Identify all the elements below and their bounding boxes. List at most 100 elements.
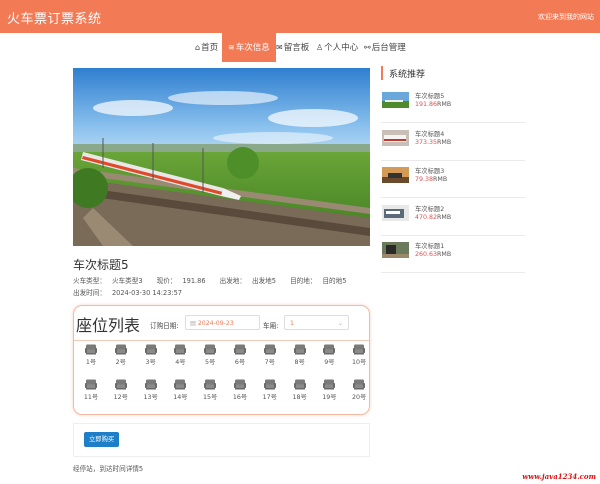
seat-number: 9号 bbox=[324, 359, 335, 366]
seat-item[interactable]: 17号 bbox=[258, 379, 282, 401]
nav-item-messages[interactable]: ✉留言板 bbox=[270, 33, 315, 62]
seat-item[interactable]: 7号 bbox=[258, 344, 282, 366]
seat-item[interactable]: 10号 bbox=[347, 344, 371, 366]
seat-number: 8号 bbox=[294, 359, 305, 366]
chevron-down-icon: ⌄ bbox=[337, 320, 343, 327]
recommend-item[interactable]: 车次标题5 191.86RMB bbox=[381, 85, 525, 123]
recommend-item[interactable]: 车次标题3 79.38RMB bbox=[381, 160, 525, 198]
seat-number: 13号 bbox=[143, 394, 158, 401]
seat-icon bbox=[139, 344, 163, 355]
seat-item[interactable]: 18号 bbox=[288, 379, 312, 401]
recommend-thumbnail bbox=[382, 129, 409, 146]
seat-icon bbox=[317, 344, 341, 355]
seat-item[interactable]: 14号 bbox=[168, 379, 192, 401]
seat-icon bbox=[109, 344, 133, 355]
seat-number: 6号 bbox=[234, 359, 246, 366]
seat-number: 20号 bbox=[352, 394, 367, 401]
seat-panel: 座位列表 订购日期: ▤ 2024-09-23 车厢: 1 ⌄ 1号 2号 3号 4号… bbox=[73, 305, 370, 415]
train-photo bbox=[73, 68, 370, 246]
car-select[interactable]: 1 ⌄ bbox=[284, 315, 349, 330]
seat-item[interactable]: 9号 bbox=[317, 344, 341, 366]
seat-item[interactable]: 1号 bbox=[79, 344, 103, 366]
recommend-thumbnail bbox=[382, 92, 409, 108]
order-date-input[interactable]: ▤ 2024-09-23 bbox=[185, 315, 260, 330]
recommend-item-title: 车次标题4 bbox=[415, 130, 445, 138]
user-icon: ♙ bbox=[316, 43, 324, 52]
seat-number: 15号 bbox=[203, 394, 218, 401]
seat-item[interactable]: 19号 bbox=[317, 379, 341, 401]
nav-item-admin[interactable]: ⚯后台管理 bbox=[358, 33, 412, 62]
nav-label: 留言板 bbox=[283, 43, 310, 53]
link-icon: ⚯ bbox=[364, 43, 371, 52]
seat-number: 5号 bbox=[205, 359, 216, 366]
recommend-thumbnail bbox=[382, 167, 409, 183]
seat-number: 10号 bbox=[352, 359, 367, 366]
seat-number: 3号 bbox=[145, 359, 156, 366]
seat-item[interactable]: 3号 bbox=[139, 344, 163, 366]
departure-row: 出发时间： 2024-03-30 14:23:57 bbox=[73, 287, 194, 297]
seat-item[interactable]: 20号 bbox=[347, 379, 371, 401]
recommend-item[interactable]: 车次标题4 373.35RMB bbox=[381, 123, 525, 161]
seat-item[interactable]: 13号 bbox=[139, 379, 163, 401]
seat-number: 14号 bbox=[173, 394, 188, 401]
seat-number: 12号 bbox=[113, 394, 128, 401]
seat-icon bbox=[79, 379, 103, 390]
seat-icon bbox=[258, 344, 282, 355]
buy-now-button[interactable]: 立即购买 bbox=[84, 432, 120, 447]
seat-item[interactable]: 2号 bbox=[109, 344, 133, 366]
seat-number: 17号 bbox=[262, 394, 277, 401]
seat-icon bbox=[347, 379, 371, 390]
stops-note: 经停站，到达时间详情5 bbox=[73, 465, 144, 473]
seat-number: 18号 bbox=[292, 394, 307, 401]
nav-item-home[interactable]: ⌂首页 bbox=[189, 33, 224, 62]
recommend-item[interactable]: 车次标题2 470.82RMB bbox=[381, 198, 525, 236]
seat-item[interactable]: 11号 bbox=[79, 379, 103, 401]
seat-icon bbox=[288, 344, 312, 355]
home-icon: ⌂ bbox=[195, 43, 201, 52]
seat-item[interactable]: 8号 bbox=[288, 344, 312, 366]
seat-icon bbox=[168, 344, 192, 355]
recommend-item[interactable]: 车次标题1 260.63RMB bbox=[381, 235, 525, 273]
seat-icon bbox=[288, 379, 312, 390]
seat-icon bbox=[347, 344, 371, 355]
train-type: 火车类型： 火车类型3 bbox=[73, 277, 143, 285]
message-icon: ✉ bbox=[276, 43, 283, 52]
recommend-item-price: 79.38RMB bbox=[415, 176, 448, 183]
seat-item[interactable]: 12号 bbox=[109, 379, 133, 401]
car-label: 车厢: bbox=[263, 322, 279, 330]
train-meta-row: 火车类型： 火车类型3 现价： 191.86 出发地： 出发地5 目的地： 目的地5 bbox=[73, 275, 358, 285]
recommend-item-title: 车次标题2 bbox=[415, 205, 445, 213]
train-origin: 出发地： 出发地5 bbox=[219, 277, 276, 285]
seat-icon bbox=[139, 379, 163, 390]
seat-panel-header: 座位列表 订购日期: ▤ 2024-09-23 车厢: 1 ⌄ bbox=[74, 306, 369, 341]
seat-icon bbox=[228, 379, 252, 390]
seat-number: 1号 bbox=[85, 359, 97, 366]
seat-number: 19号 bbox=[322, 394, 337, 401]
nav-label: 车次信息 bbox=[235, 43, 270, 53]
recommend-item-price: 260.63RMB bbox=[415, 251, 452, 258]
site-title: 火车票订票系统 bbox=[7, 12, 102, 27]
order-date-label: 订购日期: bbox=[150, 322, 179, 330]
seat-icon bbox=[198, 344, 222, 355]
nav-label: 后台管理 bbox=[371, 43, 406, 53]
recommend-item-price: 373.35RMB bbox=[415, 138, 452, 146]
seat-number: 4号 bbox=[175, 359, 186, 366]
seat-icon bbox=[79, 344, 103, 355]
calendar-icon: ▤ bbox=[190, 320, 198, 327]
nav-label: 首页 bbox=[201, 43, 219, 53]
seat-number: 7号 bbox=[264, 359, 275, 366]
top-bar: 火车票订票系统 欢迎来到我的网站 bbox=[0, 0, 600, 33]
seat-item[interactable]: 16号 bbox=[228, 379, 252, 401]
seat-number: 11号 bbox=[83, 394, 99, 401]
recommend-item-title: 车次标题3 bbox=[415, 168, 445, 175]
seat-item[interactable]: 6号 bbox=[228, 344, 252, 366]
seat-panel-title: 座位列表 bbox=[76, 316, 141, 335]
nav-item-trains[interactable]: ≋车次信息 bbox=[222, 33, 276, 62]
seat-icon bbox=[168, 379, 192, 390]
nav-item-profile[interactable]: ♙个人中心 bbox=[310, 33, 364, 62]
seat-item[interactable]: 15号 bbox=[198, 379, 222, 401]
seat-item[interactable]: 5号 bbox=[198, 344, 222, 366]
recommend-item-title: 车次标题5 bbox=[415, 93, 445, 100]
seat-item[interactable]: 4号 bbox=[168, 344, 192, 366]
seat-icon bbox=[228, 344, 252, 355]
